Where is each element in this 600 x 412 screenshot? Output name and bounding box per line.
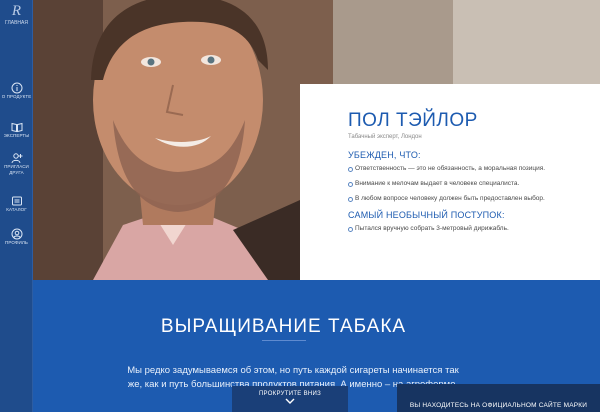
- sidebar-item-label: ПРОФИЛЬ: [5, 240, 28, 245]
- beliefs-title: УБЕЖДЕН, ЧТО:: [348, 150, 421, 160]
- official-site-notice: ВЫ НАХОДИТЕСЬ НА ОФИЦИАЛЬНОМ САЙТЕ МАРКИ…: [397, 384, 600, 412]
- sidebar-item-invite-friend[interactable]: ПРИГЛАСИ ДРУГА: [0, 152, 33, 176]
- beliefs-list: Ответственность — это не обязанность, а …: [348, 165, 600, 203]
- sidebar-item-label: ПРИГЛАСИ ДРУГА: [4, 164, 29, 175]
- unusual-act-title: САМЫЙ НЕОБЫЧНЫЙ ПОСТУПОК:: [348, 210, 505, 220]
- scroll-down-label: ПРОКРУТИТЕ ВНИЗ: [258, 391, 322, 397]
- invite-friend-icon: [11, 153, 22, 164]
- expert-subtitle: Табачный эксперт, Лондон: [348, 134, 422, 140]
- sidebar-item-experts[interactable]: ЭКСПЕРТЫ: [0, 121, 33, 139]
- brand-logo-icon: R: [11, 3, 22, 19]
- sidebar-item-catalog[interactable]: КАТАЛОГ: [0, 195, 33, 213]
- expert-hero: ПОЛ ТЭЙЛОР Табачный эксперт, Лондон УБЕЖ…: [33, 0, 600, 280]
- official-site-label: ВЫ НАХОДИТЕСЬ НА ОФИЦИАЛЬНОМ САЙТЕ МАРКИ…: [409, 402, 588, 409]
- expert-profile-card: ПОЛ ТЭЙЛОР Табачный эксперт, Лондон УБЕЖ…: [300, 84, 600, 280]
- home-label: ГЛАВНАЯ: [5, 20, 28, 26]
- home-logo[interactable]: R ГЛАВНАЯ: [0, 2, 33, 32]
- unusual-act-list: Пытался вручную собрать 3-метровый дириж…: [348, 225, 600, 233]
- profile-icon: [11, 228, 22, 240]
- catalog-icon: [11, 196, 22, 206]
- list-item: Пытался вручную собрать 3-метровый дириж…: [348, 225, 600, 233]
- list-item: Ответственность — это не обязанность, а …: [348, 165, 600, 173]
- scroll-down-button[interactable]: ПРОКРУТИТЕ ВНИЗ: [232, 386, 348, 412]
- sidebar: R ГЛАВНАЯ О ПРОДУКТЕ ЭКСПЕРТЫ ПРИГЛАСИ Д…: [0, 0, 33, 412]
- book-icon: [11, 122, 22, 133]
- sidebar-item-profile[interactable]: ПРОФИЛЬ: [0, 228, 33, 246]
- info-circle-icon: [11, 82, 22, 94]
- list-item: Внимание к мелочам выдает в человеке спе…: [348, 180, 600, 188]
- sidebar-item-about-product[interactable]: О ПРОДУКТЕ: [0, 82, 33, 100]
- sidebar-item-label: ЭКСПЕРТЫ: [3, 133, 30, 138]
- chevron-down-icon: [285, 398, 295, 404]
- list-item: В любом вопросе человеку должен быть пре…: [348, 195, 600, 203]
- heading-divider: [262, 340, 306, 341]
- sidebar-item-label: КАТАЛОГ: [6, 207, 27, 212]
- sidebar-item-label: О ПРОДУКТЕ: [1, 94, 32, 99]
- expert-name: ПОЛ ТЭЙЛОР: [348, 110, 478, 131]
- section-heading: ВЫРАЩИВАНИЕ ТАБАКА: [160, 316, 407, 337]
